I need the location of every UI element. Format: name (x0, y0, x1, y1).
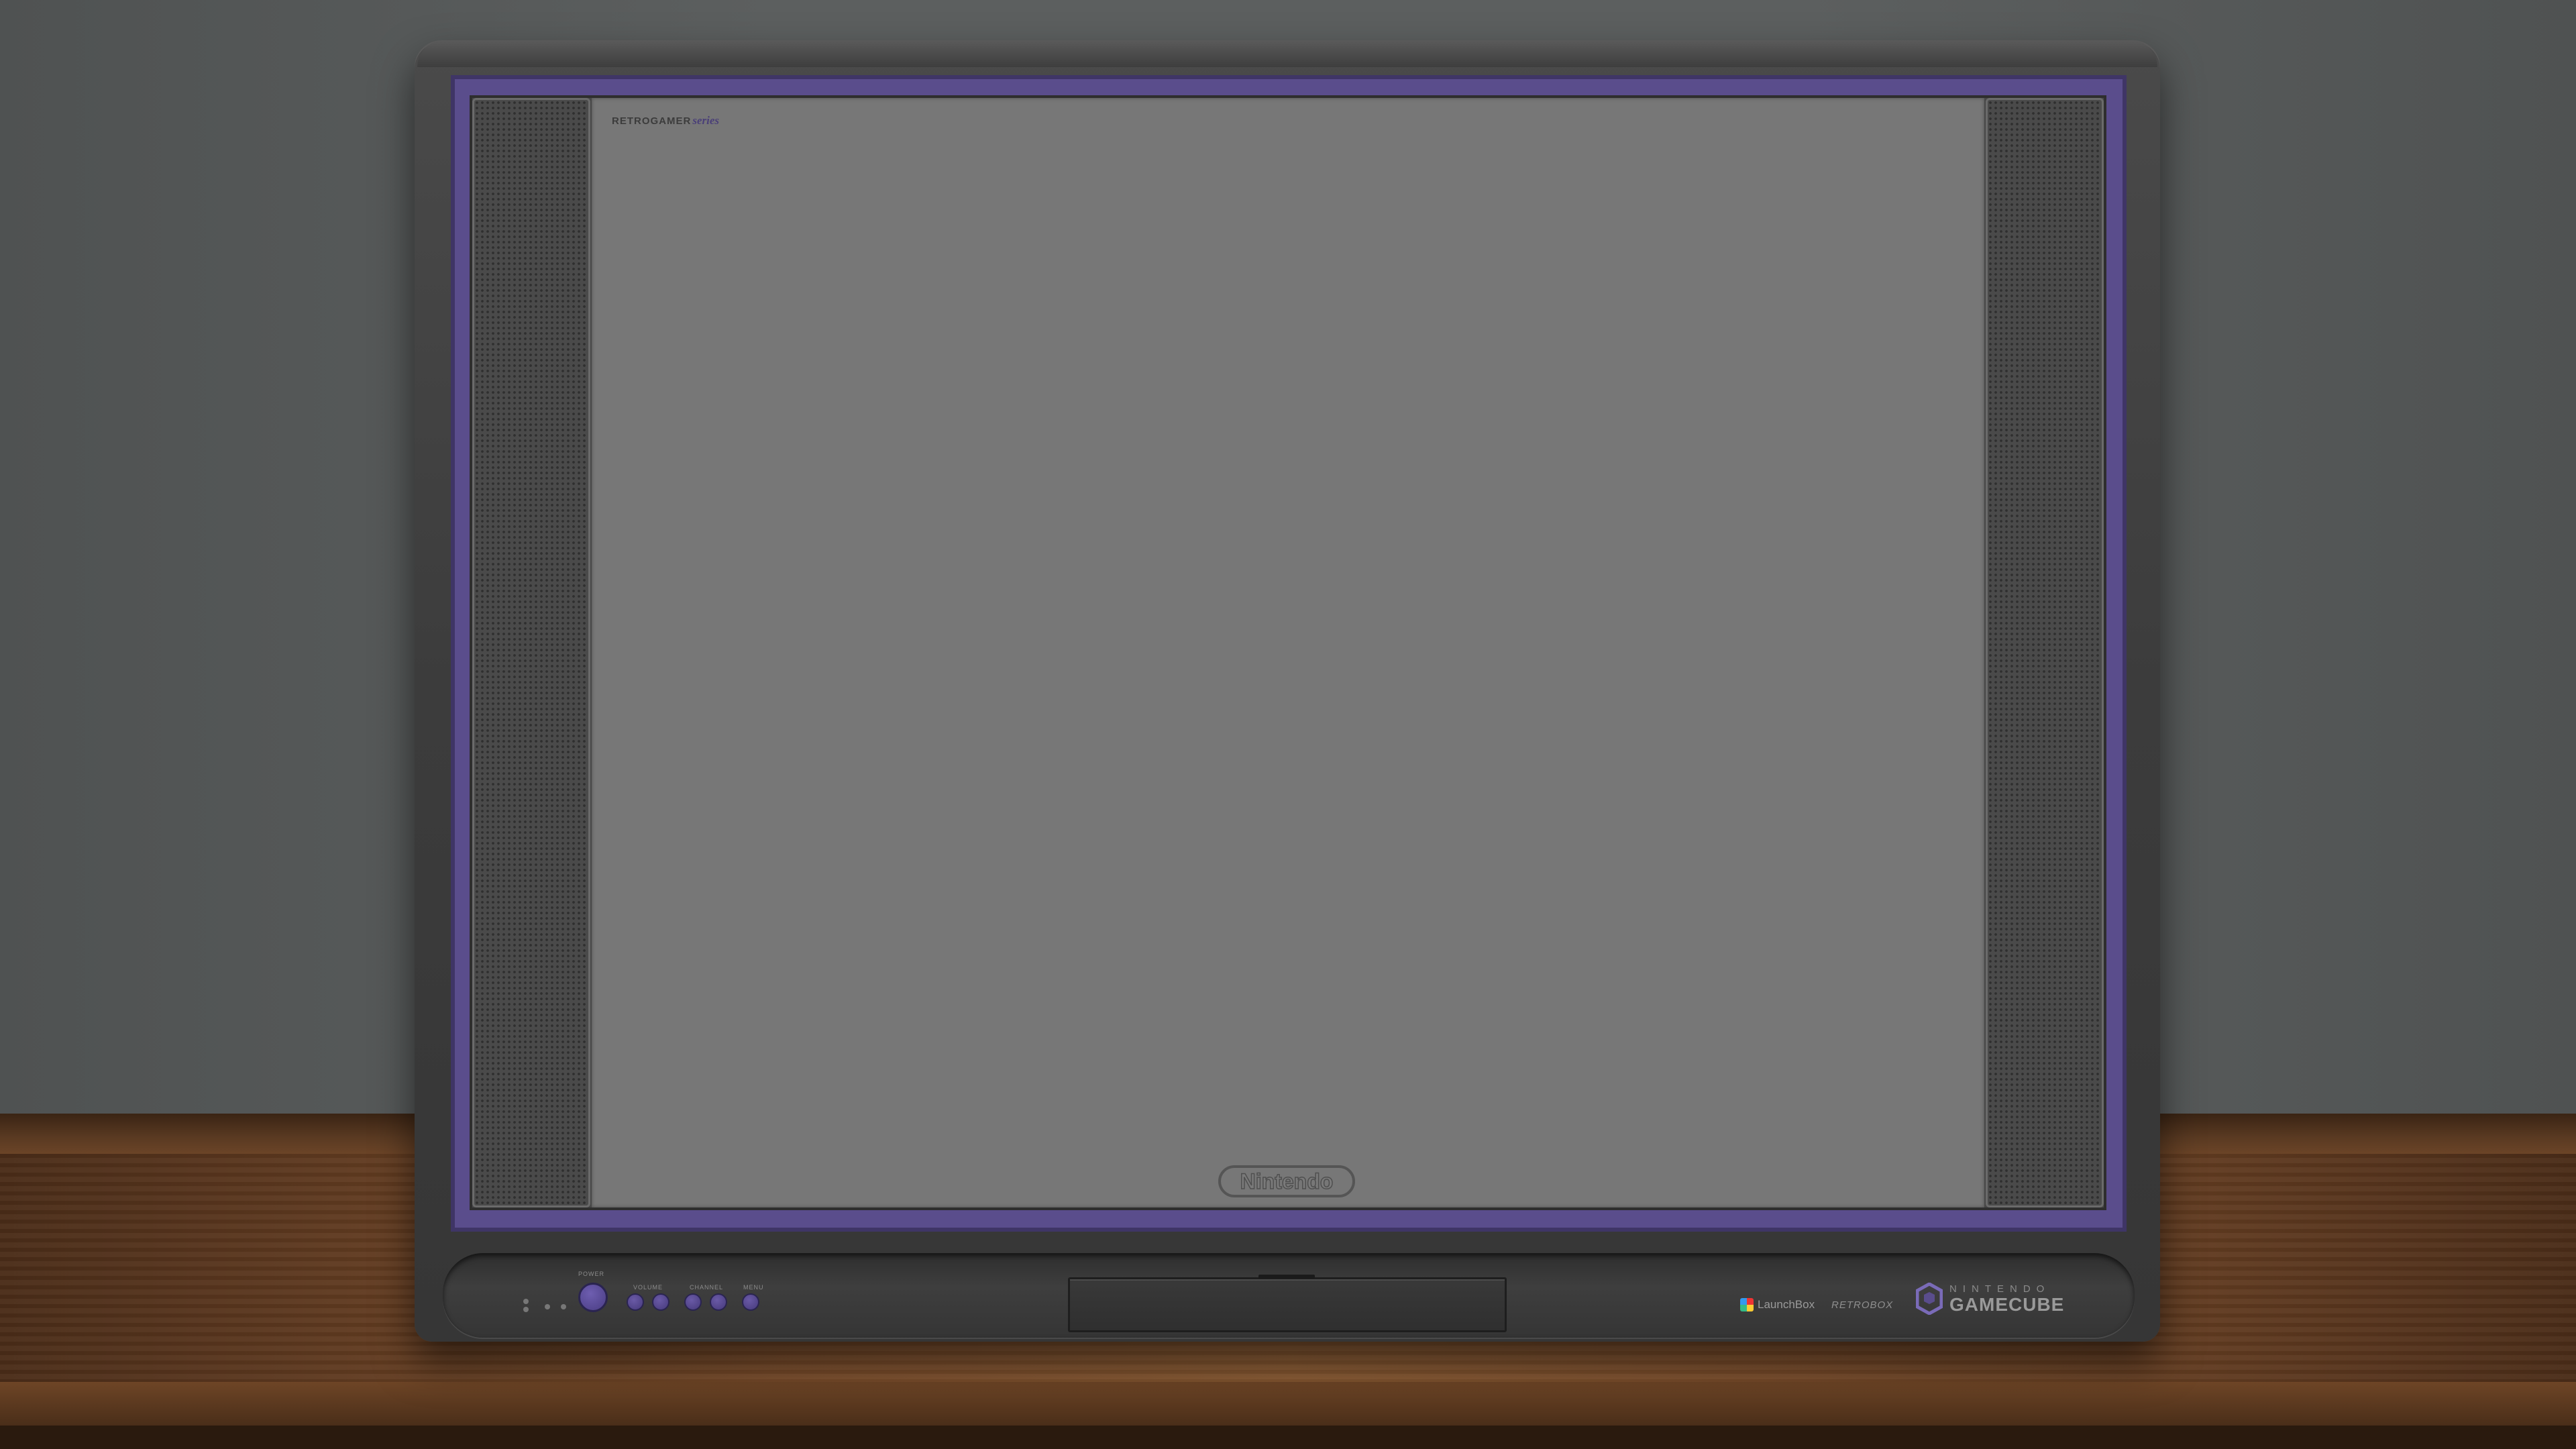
corner-brand-main: RETROGAMER (612, 115, 692, 127)
retrobox-logo: RETROBOX (1831, 1299, 1894, 1311)
channel-down-button[interactable] (684, 1293, 702, 1311)
launchbox-logo-icon (1740, 1298, 1754, 1311)
speaker-grille-left (472, 98, 590, 1208)
indicator-led-2 (523, 1307, 529, 1312)
corner-brand-accent: series (692, 114, 720, 127)
menu-label: MENU (743, 1284, 764, 1291)
indicator-led-3 (545, 1304, 550, 1309)
volume-down-button[interactable] (627, 1293, 644, 1311)
channel-label: CHANNEL (690, 1284, 724, 1291)
gamecube-brand-small: NINTENDO (1949, 1283, 2051, 1295)
shelf-lip (0, 1382, 2576, 1426)
gamecube-brand-large: GAMECUBE (1949, 1294, 2065, 1315)
tv-top-lip (417, 40, 2157, 67)
menu-button[interactable] (742, 1293, 759, 1311)
indicator-led-4 (561, 1304, 566, 1309)
corner-brand-logo: RETROGAMER series (612, 114, 719, 134)
disc-tray[interactable] (1068, 1277, 1507, 1332)
power-button-icon[interactable] (578, 1283, 608, 1312)
game-screen[interactable] (592, 98, 1984, 1208)
launchbox-label: LaunchBox (1758, 1298, 1815, 1311)
launchbox-logo: LaunchBox (1740, 1295, 1815, 1315)
gamecube-wordmark: NINTENDO GAMECUBE (1949, 1284, 2064, 1314)
volume-label: VOLUME (633, 1284, 663, 1291)
gamecube-cube-icon (1916, 1283, 1943, 1315)
power-label: POWER (578, 1271, 605, 1277)
indicator-led-1 (523, 1299, 529, 1304)
volume-up-button[interactable] (652, 1293, 669, 1311)
disc-tray-notch (1258, 1275, 1315, 1279)
channel-up-button[interactable] (710, 1293, 727, 1311)
shelf-bottom (0, 1426, 2576, 1449)
speaker-grille-right (1986, 98, 2104, 1208)
nintendo-logo: Nintendo (1218, 1165, 1355, 1197)
